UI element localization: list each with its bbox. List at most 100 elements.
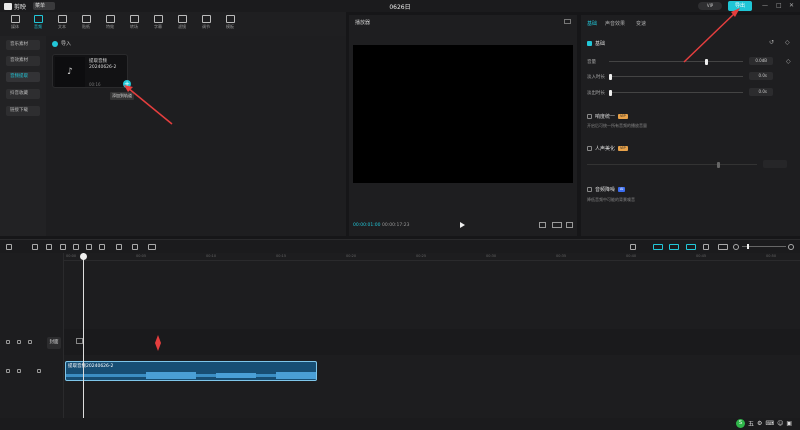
fade-in-value[interactable]: 0.0s [749, 72, 773, 80]
tab-sound-effects[interactable]: 声音效果 [605, 20, 625, 27]
volume-slider-knob[interactable] [705, 59, 708, 65]
tab-template[interactable]: 模板 [219, 14, 241, 34]
split-right-icon[interactable] [86, 244, 92, 250]
audio-media-card[interactable]: ♪ 提取音频 20240626-2 00:16 + [52, 54, 131, 88]
fade-in-slider[interactable] [609, 74, 743, 80]
voice-beautify-checkbox[interactable] [587, 146, 592, 151]
volume-label: 音量 [587, 60, 596, 65]
main-video-track[interactable] [64, 329, 800, 355]
fade-out-value[interactable]: 0.0s [749, 88, 773, 96]
fade-in-slider-knob[interactable] [609, 74, 612, 80]
audio-clip[interactable]: 提取音频20240626-2 [65, 361, 317, 381]
app-logo-icon [4, 3, 12, 10]
ime-settings-icon[interactable]: ⚙ [757, 420, 762, 427]
delete-icon[interactable] [99, 244, 105, 250]
tab-audio[interactable]: 音频 [27, 14, 49, 34]
tab-subtitle[interactable]: 字幕 [147, 14, 169, 34]
tab-effect[interactable]: 特效 [99, 14, 121, 34]
zoom-out-icon[interactable] [733, 244, 739, 250]
basic-checkbox[interactable] [587, 41, 592, 46]
split-left-icon[interactable] [73, 244, 79, 250]
playhead[interactable] [83, 253, 84, 418]
lock-icon[interactable] [6, 340, 10, 344]
reset-icon[interactable]: ↺ [769, 39, 774, 46]
add-to-track-button[interactable]: + [123, 80, 131, 88]
expand-icon[interactable] [566, 222, 573, 228]
ruler-tick: 00:15 [276, 254, 287, 258]
voice-beautify-section[interactable]: 人声美化 VIP [587, 145, 628, 152]
volume-value[interactable]: 0.0dB [749, 57, 773, 65]
redo-icon[interactable] [46, 244, 52, 250]
ime-toolbox-icon[interactable]: ▣ [786, 420, 792, 427]
cover-button[interactable]: 封面 [47, 337, 61, 349]
voice-beautify-slider[interactable] [587, 162, 757, 168]
loudness-checkbox[interactable] [587, 114, 592, 119]
sidebar-item-douyin-favorites[interactable]: 抖音收藏 [6, 89, 40, 99]
shield-icon[interactable] [132, 244, 138, 250]
tab-filter[interactable]: 滤镜 [171, 14, 193, 34]
player-menu-icon[interactable] [564, 19, 571, 24]
ime-mode[interactable]: 五 [748, 419, 754, 428]
keyframe-icon[interactable]: ◇ [785, 39, 790, 46]
fit-timeline-icon[interactable] [718, 244, 728, 250]
maximize-icon[interactable]: □ [776, 2, 782, 9]
voice-slider-knob[interactable] [717, 162, 720, 168]
basic-section-title[interactable]: 基础 [587, 40, 605, 47]
export-button[interactable]: 导出 [728, 1, 752, 11]
ime-emoji-icon[interactable]: ☺ [777, 420, 783, 427]
zoom-in-icon[interactable] [788, 244, 794, 250]
audio-track-visibility-icon[interactable] [17, 369, 21, 373]
vip-badge[interactable]: VIP [698, 2, 722, 10]
menu-button[interactable]: 菜单 [33, 2, 55, 10]
volume-slider[interactable] [609, 59, 743, 65]
tab-adjust[interactable]: 调节 [195, 14, 217, 34]
fullscreen-crop-icon[interactable] [539, 222, 546, 228]
tab-basic[interactable]: 基础 [587, 20, 597, 27]
fade-out-slider-knob[interactable] [609, 90, 612, 96]
preview-axis-icon[interactable] [703, 244, 709, 250]
noise-reduction-section[interactable]: 音频降噪 AI [587, 186, 626, 193]
noise-reduction-checkbox[interactable] [587, 187, 592, 192]
audio-toggle-icon[interactable] [28, 340, 32, 344]
audio-track-volume-icon[interactable] [37, 369, 41, 373]
select-cursor-icon[interactable] [6, 244, 12, 250]
zoom-slider-knob[interactable] [747, 244, 749, 249]
fade-out-slider[interactable] [609, 90, 743, 96]
ime-keyboard-icon[interactable]: ⌨ [765, 420, 774, 427]
sidebar-item-extract-audio[interactable]: 音频提取 [6, 72, 40, 82]
tab-media[interactable]: 媒体 [4, 14, 26, 34]
minimize-icon[interactable]: — [762, 2, 768, 9]
undo-icon[interactable] [32, 244, 38, 250]
mark-icon[interactable] [116, 244, 122, 250]
visibility-icon[interactable] [17, 340, 21, 344]
microphone-icon[interactable] [630, 244, 636, 250]
input-method-bar[interactable]: S 五 ⚙ ⌨ ☺ ▣ [736, 419, 792, 428]
ruler-tick: 00:10 [206, 254, 217, 258]
ruler-tick: 00:40 [626, 254, 637, 258]
sidebar-item-music[interactable]: 音乐素材 [6, 40, 40, 50]
loudness-section[interactable]: 响度统一 VIP [587, 113, 628, 120]
project-title[interactable]: 0626日 [380, 2, 420, 11]
voice-value-box[interactable] [763, 160, 787, 168]
audio-track-lock-icon[interactable] [6, 369, 10, 373]
main-track-magnet-icon[interactable] [653, 244, 663, 250]
preview-screen [353, 45, 573, 183]
ratio-icon[interactable] [552, 222, 562, 228]
import-button[interactable]: 导入 [52, 40, 71, 47]
sidebar-item-sound-effects[interactable]: 音效素材 [6, 56, 40, 66]
tab-sticker[interactable]: 贴纸 [75, 14, 97, 34]
sidebar-item-link-download[interactable]: 链接下载 [6, 106, 40, 116]
zoom-slider[interactable] [742, 244, 786, 249]
time-ruler[interactable]: 00:00 00:05 00:10 00:15 00:20 00:25 00:3… [64, 253, 800, 261]
image-icon[interactable] [148, 244, 156, 250]
volume-keyframe-icon[interactable]: ◇ [786, 58, 791, 65]
close-icon[interactable]: ✕ [789, 2, 794, 9]
play-icon[interactable] [460, 222, 465, 228]
tab-text[interactable]: 文本 [51, 14, 73, 34]
playhead-handle[interactable] [80, 253, 87, 260]
auto-snap-icon[interactable] [669, 244, 679, 250]
split-icon[interactable] [60, 244, 66, 250]
tab-speed[interactable]: 变速 [636, 20, 646, 27]
linkage-icon[interactable] [686, 244, 696, 250]
tab-transition[interactable]: 转场 [123, 14, 145, 34]
